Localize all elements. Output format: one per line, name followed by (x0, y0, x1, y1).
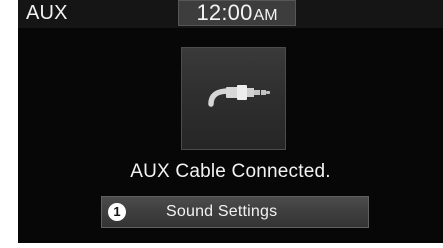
clock: 12:00AM (178, 0, 296, 26)
connection-status: AUX Cable Connected. (130, 161, 331, 182)
sound-settings-button[interactable]: 1 Sound Settings (101, 196, 369, 228)
clock-period: AM (253, 7, 278, 24)
number-badge: 1 (108, 203, 126, 221)
aux-cable-icon (181, 47, 286, 150)
aux-cable-icon-graphic (208, 85, 270, 107)
aux-screen: AUX 12:00AM AUX Cable Connected. 1 Sound… (18, 0, 443, 243)
source-title: AUX (26, 2, 68, 24)
clock-time: 12:00 (196, 0, 253, 25)
status-bar: AUX 12:00AM (18, 0, 443, 28)
sound-settings-label: Sound Settings (166, 203, 278, 220)
